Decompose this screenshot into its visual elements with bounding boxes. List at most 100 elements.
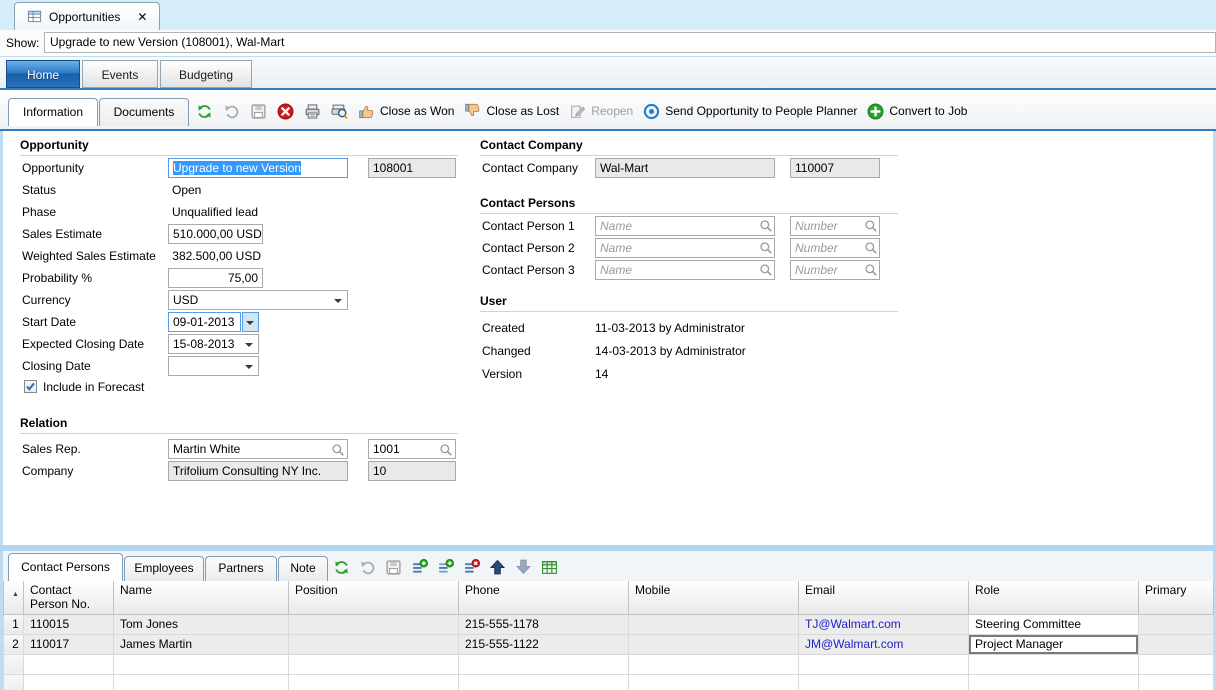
col-contact-person-no[interactable]: Contact Person No. [24,581,114,614]
section-user: User [480,294,898,312]
delete-row-button[interactable] [463,559,480,576]
contact-person-3-number [790,260,880,280]
chevron-down-icon [246,321,254,325]
contact-person-2-number [790,238,880,258]
sales-estimate-label: Sales Estimate [22,227,102,241]
thumbs-up-icon [358,103,375,120]
search-icon[interactable] [331,443,345,459]
cell-contact-person-no[interactable]: 110017 [24,634,114,654]
col-phone[interactable]: Phone [459,581,629,614]
sales-rep-label: Sales Rep. [22,442,81,456]
cell-email-link[interactable]: TJ@Walmart.com [799,614,969,634]
print-button[interactable] [304,103,321,120]
search-icon[interactable] [439,443,453,459]
search-icon[interactable] [759,241,773,258]
close-as-lost-button[interactable]: Close as Lost [464,103,559,120]
refresh-button[interactable] [333,559,350,576]
search-icon[interactable] [759,263,773,280]
cell-name[interactable]: Tom Jones [114,614,289,634]
tab-documents[interactable]: Documents [99,98,189,126]
search-icon[interactable] [864,263,878,280]
panel-tab-employees[interactable]: Employees [124,556,204,581]
company-label: Company [22,464,73,478]
plus-circle-icon [867,103,884,120]
col-position[interactable]: Position [289,581,459,614]
cell-mobile[interactable] [629,614,799,634]
search-icon[interactable] [759,219,773,236]
contact-person-1-name-input[interactable] [595,216,775,236]
opportunity-number-field: 108001 [368,158,456,178]
panel-tab-partners[interactable]: Partners [205,556,277,581]
sales-rep-name-field[interactable]: Martin White [168,439,348,459]
cell-primary[interactable] [1139,614,1214,634]
sales-rep-number-field[interactable]: 1001 [368,439,456,459]
refresh-button[interactable] [196,103,213,120]
probability-field[interactable]: 75,00 [168,268,263,288]
cell-contact-person-no[interactable]: 110015 [24,614,114,634]
cell-phone[interactable]: 215-555-1178 [459,614,629,634]
cell-phone[interactable]: 215-555-1122 [459,634,629,654]
print-preview-button[interactable] [331,103,348,120]
show-selector[interactable]: Upgrade to new Version (108001), Wal-Mar… [44,32,1216,53]
cell-role-selected[interactable]: Project Manager [969,634,1139,654]
include-in-forecast-checkbox[interactable] [24,380,37,393]
cell-mobile[interactable] [629,634,799,654]
save-button[interactable] [250,103,267,120]
currency-dropdown[interactable]: USD [168,290,348,310]
cell-position[interactable] [289,614,459,634]
col-mobile[interactable]: Mobile [629,581,799,614]
grid-view-button[interactable] [541,559,558,576]
cell-position[interactable] [289,634,459,654]
close-as-won-button[interactable]: Close as Won [358,103,454,120]
empty-row [4,654,1214,674]
start-date-dropdown-button[interactable] [242,312,259,332]
contact-person-1-number [790,216,880,236]
chevron-down-icon [334,299,342,303]
move-down-button[interactable] [515,559,532,576]
sales-estimate-field[interactable]: 510.000,00 USD [168,224,263,244]
start-date-field[interactable]: 09-01-2013 [168,312,241,332]
search-icon[interactable] [864,241,878,258]
tab-information[interactable]: Information [8,98,98,126]
contact-person-3-name-input[interactable] [595,260,775,280]
cell-email-link[interactable]: JM@Walmart.com [799,634,969,654]
row-number[interactable]: 1 [4,614,24,634]
tab-opportunities[interactable]: Opportunities ✕ [14,2,160,30]
add-row-button[interactable] [411,559,428,576]
opportunity-name-field[interactable]: Upgrade to new Version [168,158,348,178]
search-icon[interactable] [864,219,878,236]
col-primary[interactable]: Primary [1139,581,1214,614]
closing-date-field[interactable] [168,356,259,376]
col-name[interactable]: Name [114,581,289,614]
ribbon-tab-events[interactable]: Events [82,60,158,88]
ribbon-tab-budgeting[interactable]: Budgeting [160,60,252,88]
save-button[interactable] [385,559,402,576]
undo-button[interactable] [223,103,240,120]
start-date-label: Start Date [22,315,76,329]
cell-name[interactable]: James Martin [114,634,289,654]
contact-company-label: Contact Company [482,161,578,175]
col-email[interactable]: Email [799,581,969,614]
close-tab-icon[interactable]: ✕ [137,10,147,24]
ribbon-tab-home[interactable]: Home [6,60,80,88]
convert-to-job-button[interactable]: Convert to Job [867,103,967,120]
move-up-button[interactable] [489,559,506,576]
delete-button[interactable] [277,103,294,120]
cell-primary[interactable] [1139,634,1214,654]
company-name-field: Trifolium Consulting NY Inc. [168,461,348,481]
contact-person-1-name [595,216,775,236]
bottom-panel: Contact Persons Employees Partners Note … [0,551,1216,690]
insert-row-button[interactable] [437,559,454,576]
panel-tab-contact-persons[interactable]: Contact Persons [8,553,123,581]
send-to-people-planner-button[interactable]: Send Opportunity to People Planner [643,103,857,120]
expected-closing-date-field[interactable]: 15-08-2013 [168,334,259,354]
row-number[interactable]: 2 [4,634,24,654]
changed-value: 14-03-2013 by Administrator [595,344,746,358]
sort-indicator[interactable]: ▲ [4,581,24,614]
thumbs-down-icon [464,103,481,120]
contact-person-2-name-input[interactable] [595,238,775,258]
col-role[interactable]: Role [969,581,1139,614]
undo-button[interactable] [359,559,376,576]
panel-tab-note[interactable]: Note [278,556,328,581]
cell-role[interactable]: Steering Committee [969,614,1139,634]
